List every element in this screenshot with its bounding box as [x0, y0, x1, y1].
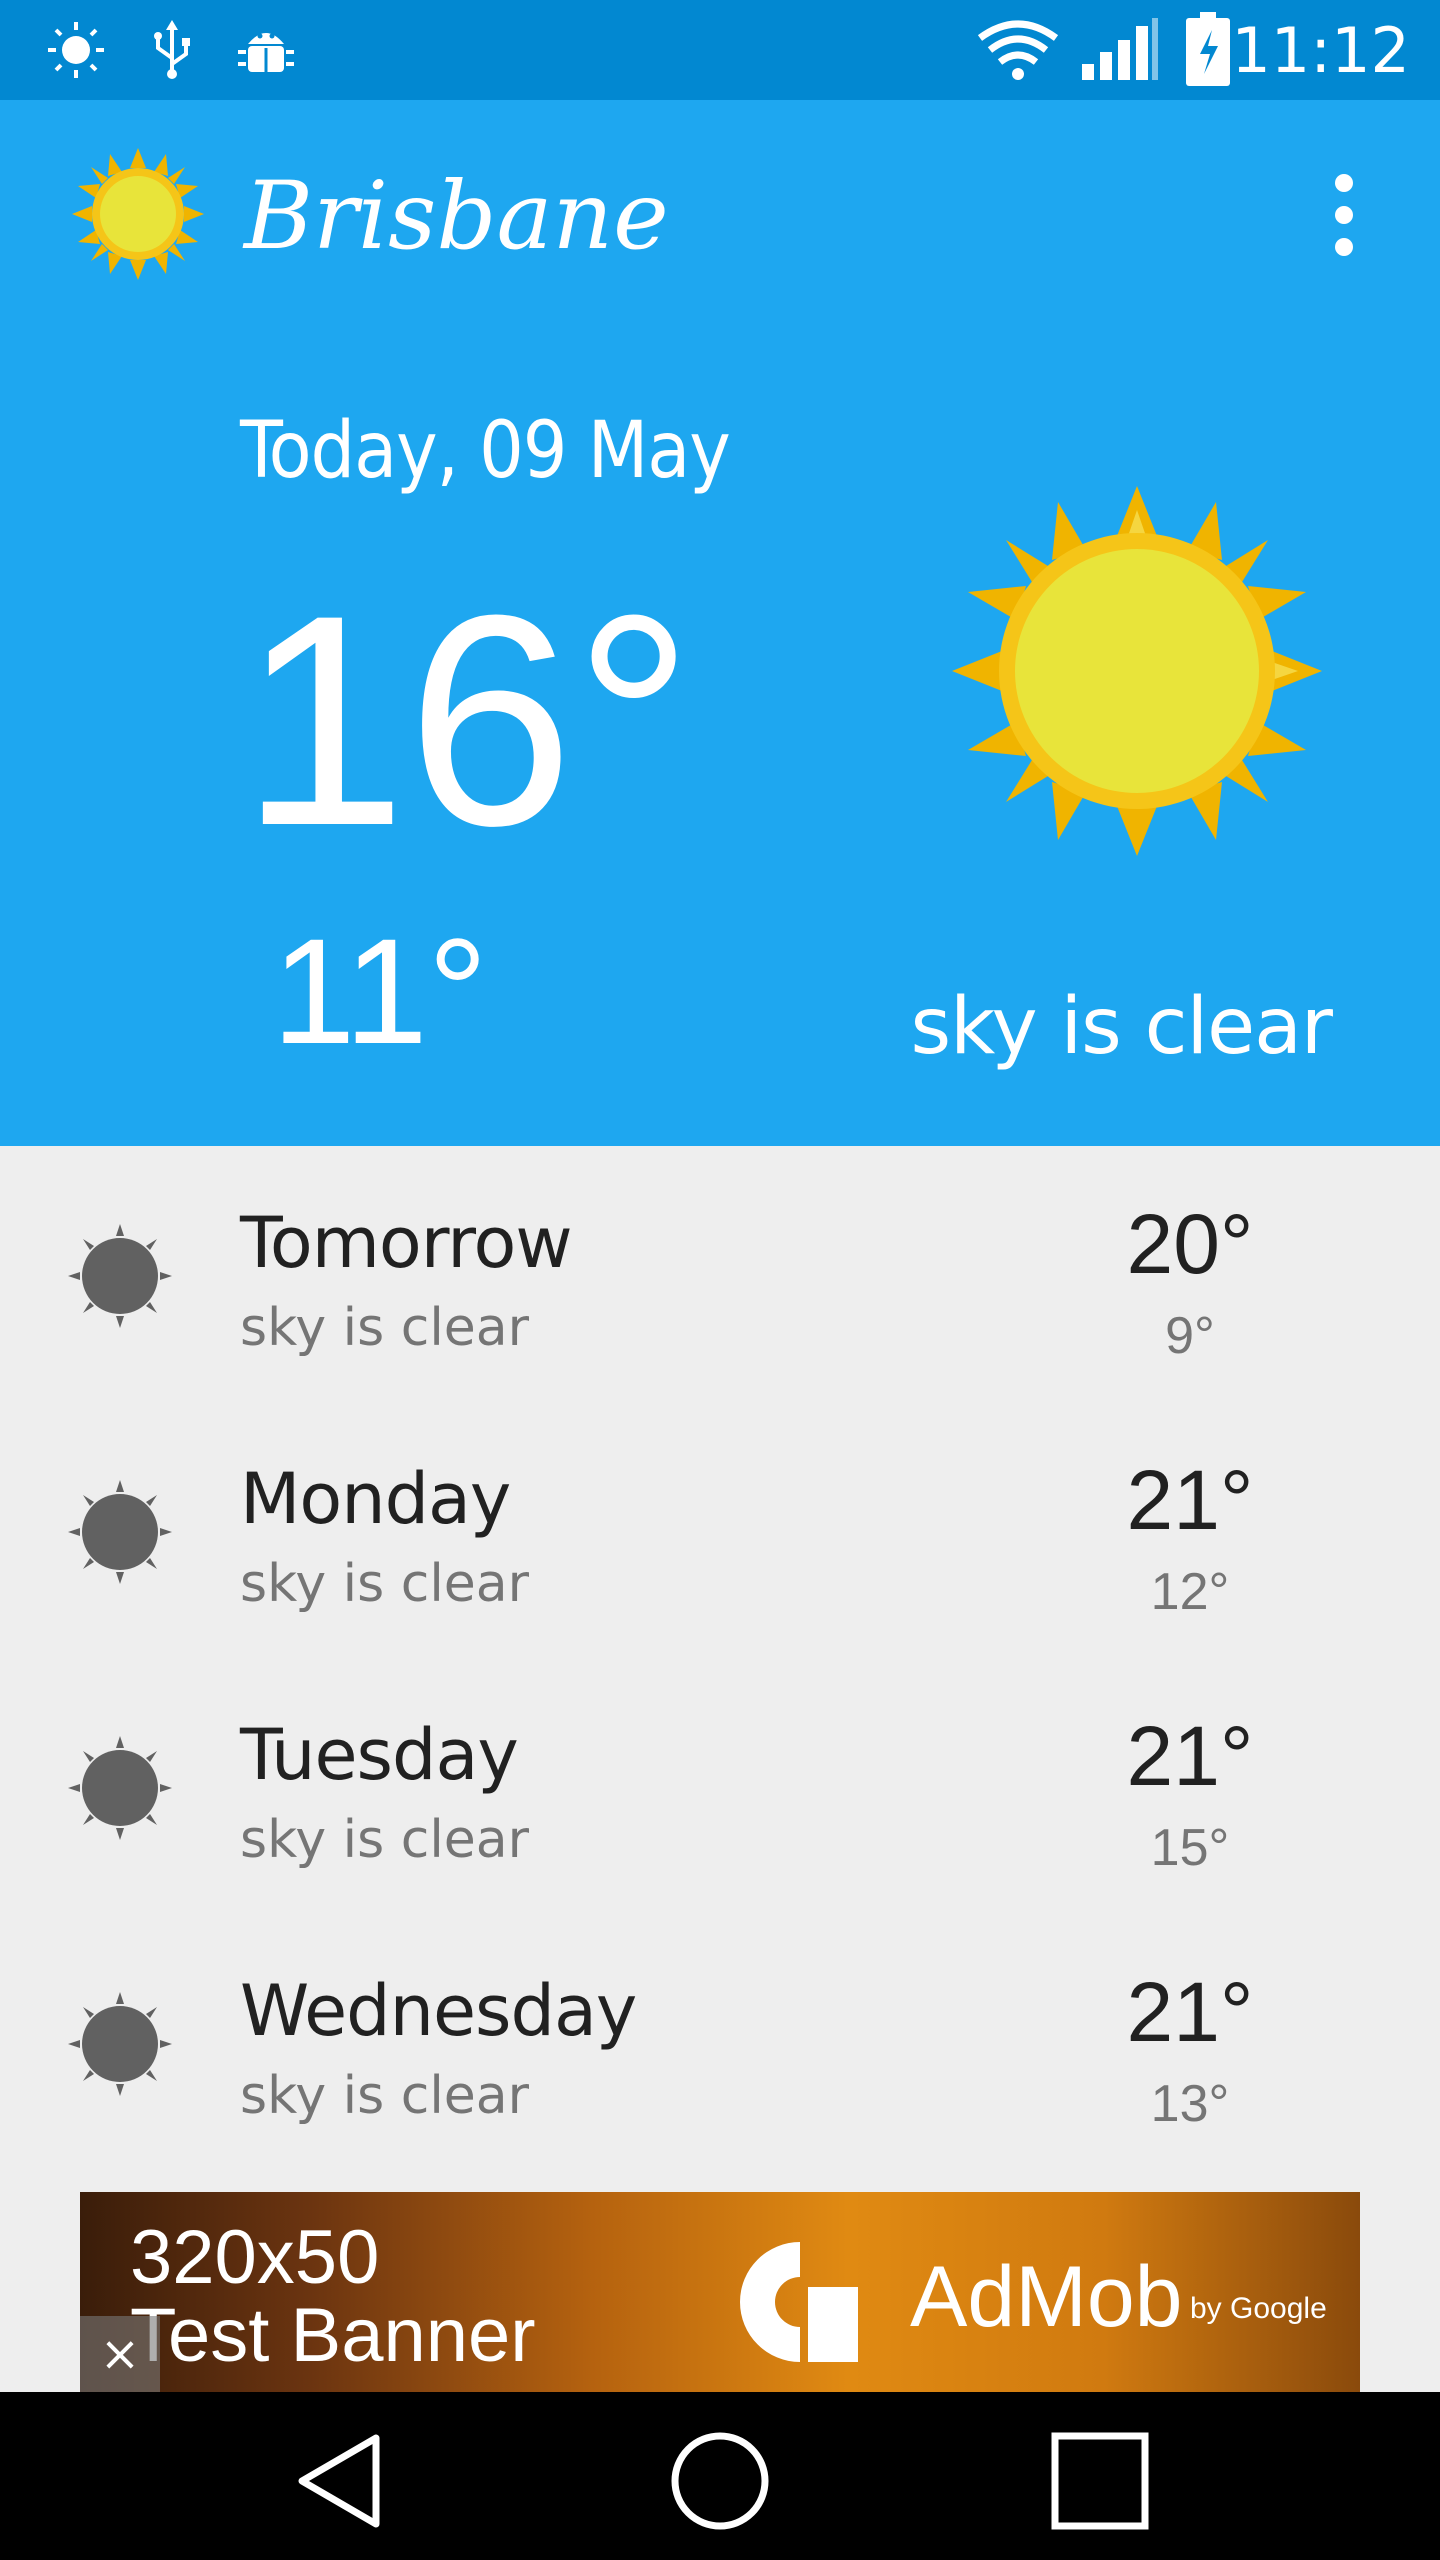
recents-icon[interactable] — [1045, 2426, 1155, 2536]
wifi-icon — [977, 20, 1059, 80]
brightness-icon — [48, 22, 104, 78]
ad-close-button[interactable]: × — [80, 2316, 160, 2392]
forecast-low-temp: 15° — [1150, 1819, 1230, 1877]
ad-size-text: 320x50 — [130, 2215, 380, 2300]
forecast-desc: sky is clear — [240, 1810, 529, 1870]
forecast-day: Tuesday — [240, 1714, 519, 1796]
signal-icon — [1082, 18, 1158, 80]
forecast-high-temp: 21° — [1126, 1453, 1254, 1547]
list-item[interactable]: Tuesday sky is clear 21° 15° — [0, 1658, 1440, 1914]
status-time: 11:12 — [1231, 14, 1410, 87]
home-icon[interactable] — [665, 2426, 775, 2536]
forecast-high-temp: 21° — [1126, 1965, 1254, 2059]
ad-by-text: by Google — [1190, 2292, 1327, 2325]
list-item[interactable]: Tomorrow sky is clear 20° 9° — [0, 1146, 1440, 1402]
admob-logo-icon — [740, 2242, 858, 2362]
city-title: Brisbane — [244, 162, 669, 271]
ad-brand-text: AdMob — [910, 2249, 1183, 2345]
clear-sky-icon — [68, 1992, 172, 2096]
clear-sky-icon — [68, 1480, 172, 1584]
android-debug-icon — [238, 33, 294, 72]
sun-logo-icon — [72, 148, 204, 280]
ad-banner[interactable]: 320x50 Test Banner AdMob by Google × — [80, 2192, 1360, 2392]
forecast-desc: sky is clear — [240, 2066, 529, 2126]
today-date: Today, 09 May — [240, 406, 731, 496]
ad-title-text: Test Banner — [130, 2293, 536, 2378]
today-high-temp: 16° — [240, 552, 694, 888]
forecast-desc: sky is clear — [240, 1298, 529, 1358]
list-item[interactable]: Monday sky is clear 21° 12° — [0, 1402, 1440, 1658]
list-item[interactable]: Wednesday sky is clear 21° 13° — [0, 1914, 1440, 2170]
forecast-day: Tomorrow — [240, 1202, 573, 1284]
forecast-low-temp: 13° — [1150, 2075, 1230, 2133]
forecast-low-temp: 12° — [1150, 1563, 1230, 1621]
forecast-high-temp: 21° — [1126, 1709, 1254, 1803]
today-weather-panel: Brisbane Today, 09 May 16° 11° sky is cl… — [0, 100, 1440, 1146]
system-nav-bar — [0, 2392, 1440, 2560]
status-bar: 11:12 — [0, 0, 1440, 100]
battery-charging-icon — [1186, 12, 1230, 86]
forecast-low-temp: 9° — [1165, 1307, 1215, 1365]
forecast-list: Tomorrow sky is clear 20° 9° Monday sky … — [0, 1146, 1440, 2170]
forecast-day: Monday — [240, 1458, 511, 1540]
forecast-desc: sky is clear — [240, 1554, 529, 1614]
overflow-menu-icon[interactable] — [1320, 174, 1368, 260]
today-condition: sky is clear — [910, 982, 1333, 1072]
forecast-high-temp: 20° — [1126, 1197, 1254, 1291]
clear-sky-icon — [68, 1736, 172, 1840]
usb-icon — [154, 20, 190, 79]
clear-sky-icon — [952, 486, 1322, 856]
today-low-temp: 11° — [272, 907, 488, 1075]
back-icon[interactable] — [286, 2426, 396, 2536]
forecast-day: Wednesday — [240, 1970, 637, 2052]
clear-sky-icon — [68, 1224, 172, 1328]
